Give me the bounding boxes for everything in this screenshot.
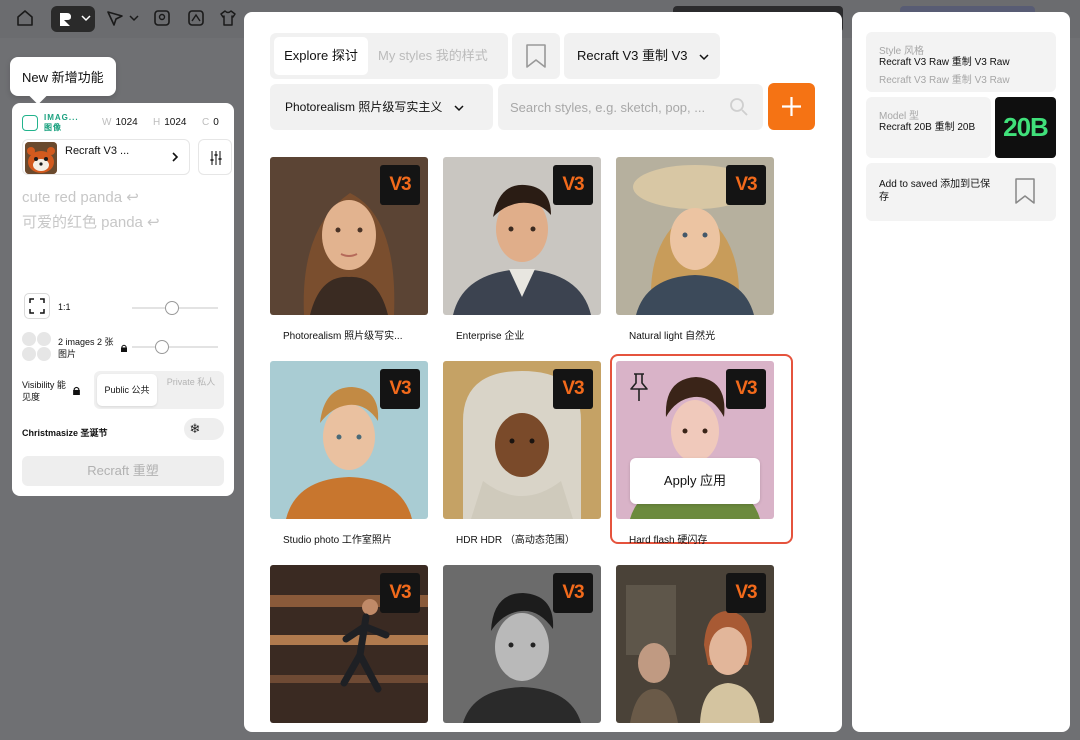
style-card-label: HDR HDR （高动态范围）: [456, 535, 575, 546]
chevron-right-icon: [172, 152, 179, 162]
style-card-label: Enterprise 企业: [456, 331, 525, 342]
image-count-slider[interactable]: [132, 340, 218, 354]
image-frame-icon[interactable]: [152, 8, 172, 28]
style-sub-value: Recraft V3 Raw 重制 V3 Raw: [879, 75, 1010, 86]
lock-icon: [121, 344, 127, 352]
v3-badge: V3: [726, 165, 766, 205]
style-info[interactable]: Style 风格 Recraft V3 Raw 重制 V3 Raw Recraf…: [866, 32, 1056, 92]
chevron-down-icon: [699, 54, 709, 60]
plus-icon: [782, 97, 801, 116]
sliders-icon: [210, 151, 222, 165]
slider-knob[interactable]: [165, 301, 179, 315]
add-to-saved-button[interactable]: Add to saved 添加到已保存: [866, 163, 1056, 221]
visibility-label: Visibility 能见度: [22, 380, 66, 402]
visibility-toggle: Public 公共 Private 私人: [94, 371, 224, 409]
apply-style-button[interactable]: Apply 应用: [630, 458, 760, 504]
prompt-input[interactable]: cute red panda ↩ 可爱的红色 panda ↩: [22, 185, 160, 235]
private-option[interactable]: Private 私人: [161, 376, 221, 404]
image-type-icon[interactable]: [22, 115, 38, 131]
v3-badge: V3: [380, 369, 420, 409]
pin-icon[interactable]: [626, 371, 652, 403]
snowflake-icon: ❄: [189, 421, 201, 436]
bookmark-icon: [526, 44, 546, 68]
aspect-ratio-button[interactable]: [24, 293, 50, 319]
saved-styles-button[interactable]: [512, 33, 560, 79]
slider-knob[interactable]: [155, 340, 169, 354]
add-to-saved-label: Add to saved 添加到已保存: [879, 179, 991, 203]
cursor-icon[interactable]: [105, 8, 125, 28]
width-field[interactable]: W 1024: [102, 117, 138, 128]
aspect-ratio-icon: [29, 298, 45, 314]
recraft-logo-icon: [60, 13, 71, 26]
red-panda-thumbnail: [25, 142, 57, 174]
model-value: Recraft 20B 重制 20B: [879, 122, 976, 133]
christmasize-toggle[interactable]: ❄: [184, 418, 224, 440]
model-selector[interactable]: Recraft V3 ...: [22, 139, 190, 175]
image-type-label[interactable]: IMAG... 图像: [44, 113, 89, 133]
generation-panel: IMAG... 图像 W 1024 H 1024 C0 Recraft V3 ...…: [12, 103, 234, 496]
style-card-label: Photorealism 照片级写实...: [283, 331, 403, 342]
search-input[interactable]: [510, 84, 725, 130]
image-count-label: 2 images 2 张图片: [58, 337, 114, 359]
bookmark-icon: [1015, 178, 1035, 204]
chevron-down-icon: [81, 15, 91, 22]
christmasize-label: Christmasize 圣诞节: [22, 428, 108, 438]
settings-sliders-button[interactable]: [198, 139, 232, 175]
v3-badge: V3: [380, 165, 420, 205]
v3-badge: V3: [726, 573, 766, 613]
style-picker-modal: Explore 探讨 My styles 我的样式 Recraft V3 重制 …: [244, 12, 842, 732]
v3-badge: V3: [553, 165, 593, 205]
style-value: Recraft V3 Raw 重制 V3 Raw: [879, 57, 1010, 68]
add-style-button[interactable]: [768, 83, 815, 130]
model-logo: 20B: [995, 97, 1056, 158]
aspect-ratio-slider[interactable]: [132, 301, 218, 315]
chevron-down-icon: [454, 105, 464, 111]
style-tabs: Explore 探讨 My styles 我的样式: [270, 33, 508, 79]
style-category-dropdown[interactable]: Photorealism 照片级写实主义: [270, 84, 493, 130]
model-version-dropdown[interactable]: Recraft V3 重制 V3: [564, 33, 720, 79]
model-key: Model 型: [879, 111, 920, 122]
v3-badge: V3: [553, 369, 593, 409]
model-info[interactable]: Model 型 Recraft 20B 重制 20B: [866, 97, 991, 158]
style-card-label: Studio photo 工作室照片: [283, 535, 392, 546]
v3-badge: V3: [380, 573, 420, 613]
home-icon[interactable]: [15, 8, 35, 28]
public-option[interactable]: Public 公共: [97, 374, 157, 406]
style-key: Style 风格: [879, 46, 925, 57]
style-search: [498, 84, 763, 130]
style-card-label: Natural light 自然光: [629, 331, 716, 342]
tab-my-styles[interactable]: My styles 我的样式: [378, 37, 504, 75]
lock-icon: [73, 386, 80, 395]
v3-badge: V3: [553, 573, 593, 613]
new-feature-tooltip: New 新增功能: [10, 57, 116, 96]
image-count-icon: [22, 332, 52, 362]
search-icon[interactable]: [729, 97, 749, 117]
style-card-label: Hard flash 硬闪存: [629, 535, 708, 546]
image-settings-row: IMAG... 图像 W 1024 H 1024 C0: [22, 113, 232, 135]
tab-explore[interactable]: Explore 探讨: [274, 37, 368, 75]
tool-selector[interactable]: [51, 6, 95, 32]
chevron-down-icon[interactable]: [128, 8, 140, 28]
model-name: Recraft V3 ...: [65, 145, 130, 157]
shirt-icon[interactable]: [218, 8, 238, 28]
aspect-ratio-label: 1:1: [58, 302, 71, 312]
generate-button[interactable]: Recraft 重塑: [22, 456, 224, 486]
v3-badge: V3: [726, 369, 766, 409]
height-field[interactable]: H 1024: [153, 117, 186, 128]
seed-field[interactable]: C0: [202, 117, 219, 128]
mockup-icon[interactable]: [186, 8, 206, 28]
style-details-panel: Style 风格 Recraft V3 Raw 重制 V3 Raw Recraf…: [852, 12, 1070, 732]
